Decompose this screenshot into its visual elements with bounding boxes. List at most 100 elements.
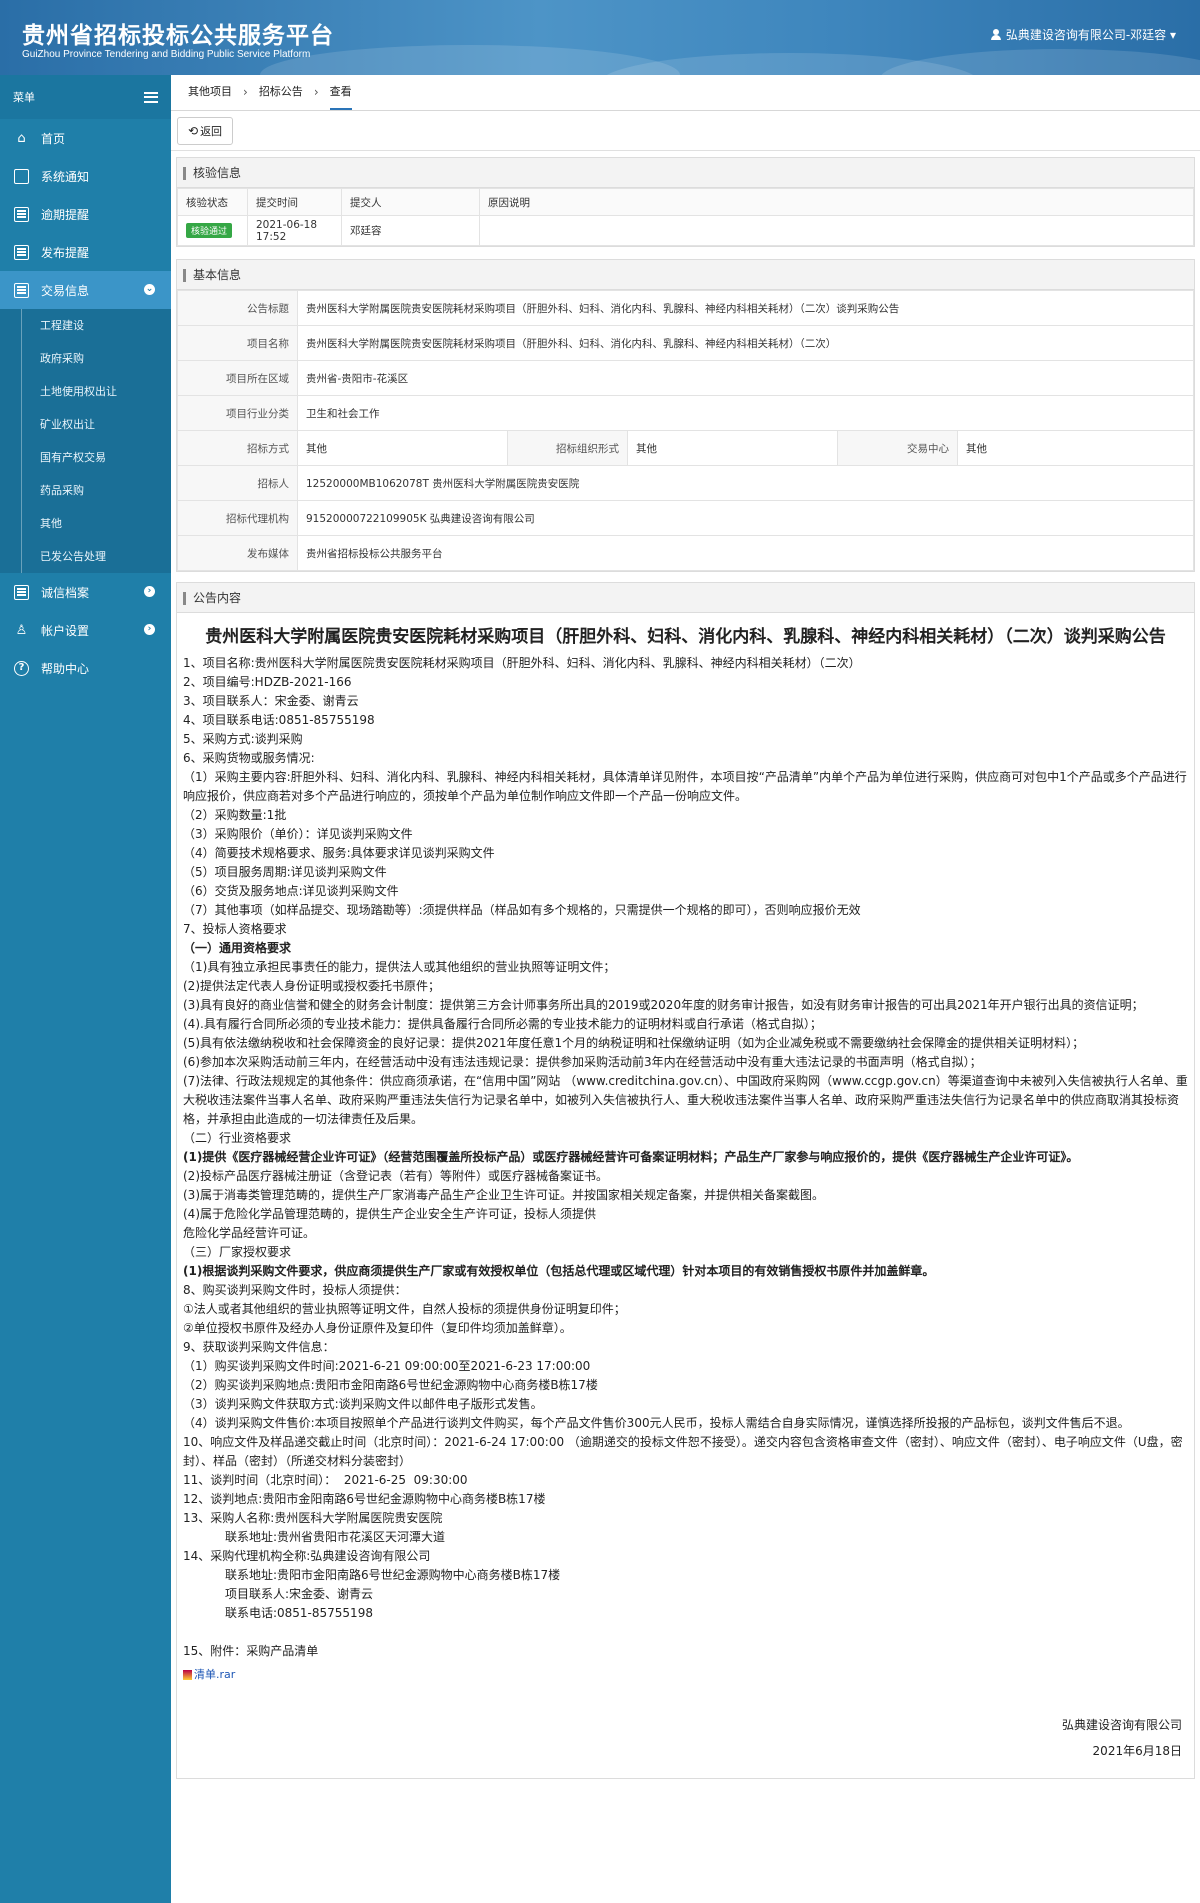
sub-item-state-assets[interactable]: 国有产权交易 [0, 441, 171, 474]
notice-line: (1)提供《医疗器械经营企业许可证》（经营范围覆盖所投标产品）或医疗器械经营许可… [183, 1150, 1079, 1164]
notice-line: 5、采购方式:谈判采购 [183, 732, 303, 746]
attachment-link[interactable]: 清单.rar [183, 1665, 1188, 1684]
field-label: 招标组织形式 [507, 430, 628, 466]
sub-item-engineering[interactable]: 工程建设 [0, 309, 171, 342]
back-button[interactable]: ⟲ 返回 [177, 117, 234, 145]
table-row: 项目名称 贵州医科大学附属医院贵安医院耗材采购项目（肝胆外科、妇科、消化内科、乳腺… [177, 325, 1194, 361]
notice-line: 14、采购代理机构全称:弘典建设咨询有限公司 [183, 1549, 431, 1563]
sidebar-item-label: 诚信档案 [41, 585, 90, 600]
sidebar-item-credit[interactable]: 诚信档案 › [0, 573, 171, 611]
notice-line: 12、谈判地点:贵阳市金阳南路6号世纪金源购物中心商务楼B栋17楼 [183, 1492, 546, 1506]
monitor-icon [14, 168, 29, 184]
table-row: 发布媒体 贵州省招标投标公共服务平台 [177, 535, 1194, 571]
notice-line: （7）其他事项（如样品提交、现场踏勘等）:须提供样品（样品如有多个规格的，只需提… [183, 903, 861, 917]
notice-line: （1)具有独立承担民事责任的能力，提供法人或其他组织的营业执照等证明文件； [183, 960, 616, 974]
notice-panel: 公告内容 贵州医科大学附属医院贵安医院耗材采购项目（肝胆外科、妇科、消化内科、乳… [176, 582, 1195, 1779]
sub-item-published[interactable]: 已发公告处理 [0, 540, 171, 573]
notice-line: 4、项目联系电话:0851-85755198 [183, 713, 375, 727]
notice-line: 1、项目名称:贵州医科大学附属医院贵安医院耗材采购项目（肝胆外科、妇科、消化内科… [183, 656, 861, 670]
field-value: 卫生和社会工作 [297, 395, 1194, 431]
sub-item-other[interactable]: 其他 [0, 507, 171, 540]
notice-line: 联系电话:0851-85755198 [183, 1606, 373, 1620]
sidebar-item-label: 帐户设置 [41, 623, 90, 638]
notice-line: 项目联系人:宋金委、谢青云 [183, 1587, 374, 1601]
notice-line: （二）行业资格要求 [183, 1131, 292, 1145]
list-icon [14, 584, 29, 600]
time-cell: 2021-06-18 17:52 [247, 215, 342, 246]
sidebar-item-overdue[interactable]: 逾期提醒 [0, 195, 171, 233]
notice-line: 9、获取谈判采购文件信息： [183, 1340, 335, 1354]
site-subtitle: GuiZhou Province Tendering and Bidding P… [22, 49, 311, 60]
back-label: 返回 [200, 125, 223, 138]
chevron-down-icon: ⌄ [144, 284, 155, 295]
sub-item-land[interactable]: 土地使用权出让 [0, 375, 171, 408]
sub-item-drugs[interactable]: 药品采购 [0, 474, 171, 507]
sub-item-mining[interactable]: 矿业权出让 [0, 408, 171, 441]
notice-line: 3、项目联系人：宋金委、谢青云 [183, 694, 359, 708]
status-cell: 核验通过 [177, 215, 248, 246]
panel-title: 核验信息 [177, 158, 1194, 188]
table-header-row: 核验状态 提交时间 提交人 原因说明 [177, 188, 1194, 216]
notice-line: (1)根据谈判采购文件要求，供应商须提供生产厂家或有效授权单位（包括总代理或区域… [183, 1264, 935, 1278]
sidebar-item-label: 交易信息 [41, 283, 90, 298]
breadcrumb-current: 查看 [329, 74, 352, 110]
breadcrumb-item[interactable]: 招标公告 [259, 74, 303, 110]
field-label: 项目名称 [177, 325, 298, 361]
chevron-right-icon: › [144, 624, 155, 635]
notice-line: 2、项目编号:HDZB-2021-166 [183, 675, 352, 689]
sidebar-item-help[interactable]: ? 帮助中心 [0, 649, 171, 687]
field-value: 贵州省招标投标公共服务平台 [297, 535, 1194, 571]
user-name: 弘典建设咨询有限公司-邓廷容 [1005, 28, 1167, 42]
column-header: 核验状态 [177, 188, 248, 216]
notice-title: 贵州医科大学附属医院贵安医院耗材采购项目（肝胆外科、妇科、消化内科、乳腺科、神经… [205, 627, 1166, 647]
sidebar-item-label: 首页 [41, 131, 66, 146]
column-header: 原因说明 [479, 188, 1194, 216]
notice-line: （一）通用资格要求 [183, 941, 292, 955]
notice-line: ②单位授权书原件及经办人身份证原件及复印件（复印件均须加盖鲜章）。 [183, 1321, 572, 1335]
site-title: 贵州省招标投标公共服务平台 [22, 23, 334, 49]
sidebar-item-account[interactable]: ♙ 帐户设置 › [0, 611, 171, 649]
sidebar: 菜单 ⌂ 首页 系统通知 逾期提醒 发布提醒 交易信息 ⌄ 工程建设 政府采购 土地… [0, 75, 171, 1903]
notice-line: （4）谈判采购文件售价:本项目按照单个产品进行谈判文件购买，每个产品文件售价30… [183, 1416, 1130, 1430]
notice-line: 联系地址:贵州省贵阳市花溪区天河潭大道 [183, 1530, 446, 1544]
chevron-right-icon: › [144, 586, 155, 597]
table-row: 项目所在区域 贵州省-贵阳市-花溪区 [177, 360, 1194, 396]
chevron-right-icon: › [313, 85, 319, 99]
submitter-cell: 邓廷容 [341, 215, 480, 246]
sidebar-item-label: 帮助中心 [41, 661, 90, 676]
notice-line: 危险化学品经营许可证。 [183, 1226, 316, 1240]
home-icon: ⌂ [17, 130, 26, 146]
notice-line: 11、谈判时间（北京时间）： 2021-6-25 09:30:00 [183, 1473, 468, 1487]
menu-label: 菜单 [13, 91, 35, 104]
field-value: 91520000722109905K 弘典建设咨询有限公司 [297, 500, 1194, 536]
hamburger-icon[interactable] [144, 91, 158, 103]
calendar-icon [14, 244, 29, 260]
user-menu[interactable]: 弘典建设咨询有限公司-邓廷容 ▾ [990, 26, 1176, 43]
notice-line: （3）谈判采购文件获取方式:谈判采购文件以邮件电子版形式发售。 [183, 1397, 543, 1411]
panel-title: 公告内容 [177, 583, 1194, 613]
field-value: 贵州医科大学附属医院贵安医院耗材采购项目（肝胆外科、妇科、消化内科、乳腺科、神经… [297, 290, 1194, 326]
notice-line: （1）购买谈判采购文件时间:2021-6-21 09:00:00至2021-6-… [183, 1359, 591, 1373]
sign-date: 2021年6月18日 [1092, 1744, 1182, 1758]
field-value: 贵州省-贵阳市-花溪区 [297, 360, 1194, 396]
notice-line: (2)投标产品医疗器械注册证（含登记表（若有）等附件）或医疗器械备案证书。 [183, 1169, 609, 1183]
breadcrumb-item[interactable]: 其他项目 [188, 74, 232, 110]
field-label: 项目所在区域 [177, 360, 298, 396]
sign-company: 弘典建设咨询有限公司 [1061, 1718, 1182, 1732]
notice-body: 贵州医科大学附属医院贵安医院耗材采购项目（肝胆外科、妇科、消化内科、乳腺科、神经… [177, 613, 1194, 1778]
table-row: 公告标题 贵州医科大学附属医院贵安医院耗材采购项目（肝胆外科、妇科、消化内科、乳腺… [177, 290, 1194, 326]
field-label: 项目行业分类 [177, 395, 298, 431]
breadcrumb: 其他项目 › 招标公告 › 查看 [171, 75, 1200, 111]
notice-line: 联系地址:贵阳市金阳南路6号世纪金源购物中心商务楼B栋17楼 [183, 1568, 561, 1582]
sidebar-item-home[interactable]: ⌂ 首页 [0, 119, 171, 157]
notice-line: (4)属于危险化学品管理范畴的，提供生产企业安全生产许可证，投标人须提供 [183, 1207, 597, 1221]
sidebar-item-trade[interactable]: 交易信息 ⌄ [0, 271, 171, 309]
sidebar-item-notice[interactable]: 系统通知 [0, 157, 171, 195]
notice-line [183, 1623, 1188, 1642]
main-content: 其他项目 › 招标公告 › 查看 ⟲ 返回 核验信息 核验状态 提交时间 提交人 … [171, 75, 1200, 1903]
field-value: 12520000MB1062078T 贵州医科大学附属医院贵安医院 [297, 465, 1194, 501]
sub-item-government[interactable]: 政府采购 [0, 342, 171, 375]
notice-line: （1）采购主要内容:肝胆外科、妇科、消化内科、乳腺科、神经内科相关耗材，具体清单… [183, 770, 1187, 803]
notice-line: （5）项目服务周期:详见谈判采购文件 [183, 865, 387, 879]
sidebar-item-publish[interactable]: 发布提醒 [0, 233, 171, 271]
